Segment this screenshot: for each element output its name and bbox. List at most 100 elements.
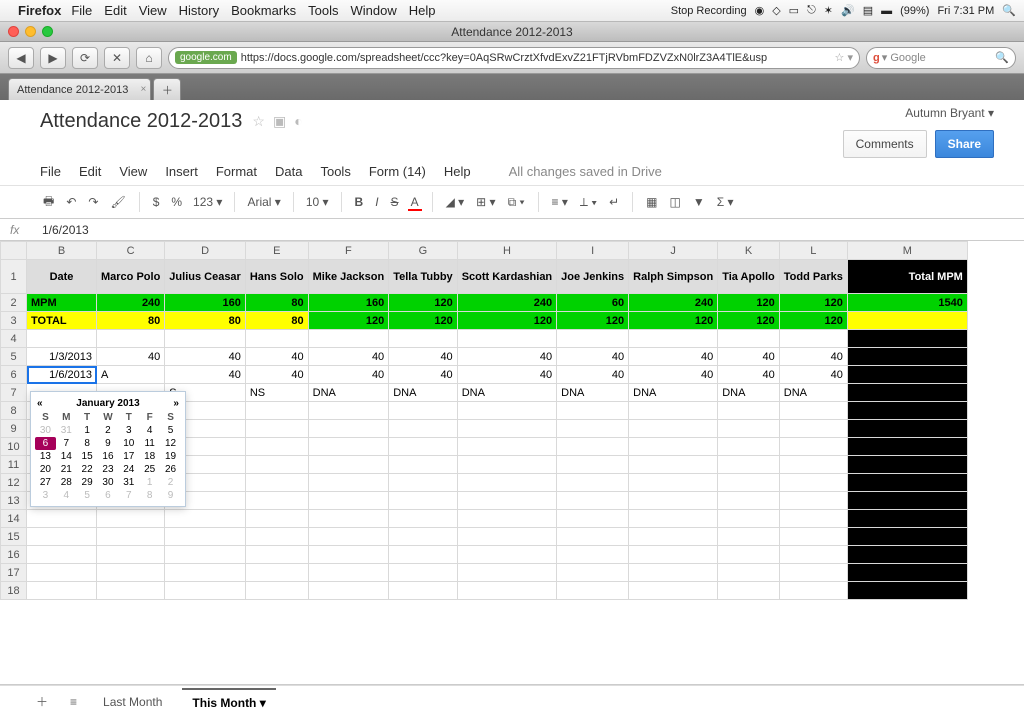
dp-day[interactable]: 16 (98, 450, 119, 463)
dp-day[interactable]: 7 (56, 437, 77, 450)
dp-day[interactable]: 24 (118, 463, 139, 476)
cell[interactable] (457, 330, 556, 348)
dp-day[interactable]: 4 (56, 489, 77, 502)
star-icon[interactable]: ☆ (252, 113, 265, 130)
mac-menu-help[interactable]: Help (409, 3, 436, 18)
cell[interactable] (245, 456, 308, 474)
cell[interactable] (308, 420, 389, 438)
wifi-icon[interactable]: ✶ (824, 4, 833, 17)
cell[interactable]: 40 (245, 366, 308, 384)
dp-day[interactable]: 3 (118, 424, 139, 437)
header-cell[interactable]: Scott Kardashian (457, 260, 556, 294)
cell[interactable] (718, 492, 780, 510)
cell[interactable] (245, 510, 308, 528)
cell[interactable] (308, 438, 389, 456)
dp-day[interactable]: 14 (56, 450, 77, 463)
cell[interactable] (457, 564, 556, 582)
dp-day[interactable]: 30 (98, 476, 119, 489)
number-format-menu[interactable]: 123 ▾ (191, 193, 224, 211)
cell[interactable]: 120 (779, 312, 847, 330)
docs-menu-item[interactable]: Edit (79, 164, 101, 179)
cell[interactable]: 40 (308, 348, 389, 366)
percent-button[interactable]: % (168, 193, 185, 211)
stop-recording[interactable]: Stop Recording (671, 5, 747, 17)
col-header[interactable]: C (97, 242, 165, 260)
cell[interactable] (718, 564, 780, 582)
row-header[interactable]: 5 (1, 348, 27, 366)
user-menu[interactable]: Autumn Bryant ▾ (843, 106, 994, 120)
doc-title[interactable]: Attendance 2012-2013 (40, 110, 242, 133)
cell[interactable]: 40 (457, 366, 556, 384)
borders-button[interactable]: ⊞ ▾ (473, 193, 498, 211)
cell[interactable] (389, 402, 458, 420)
url-bar[interactable]: google.com https://docs.google.com/sprea… (168, 47, 860, 69)
italic-button[interactable]: I (372, 193, 381, 211)
clock[interactable]: Fri 7:31 PM (937, 5, 994, 17)
cell[interactable] (847, 456, 967, 474)
add-sheet-button[interactable]: ＋ (30, 691, 54, 712)
font-select[interactable]: Arial ▾ (245, 193, 282, 211)
cell[interactable] (557, 438, 629, 456)
cell[interactable] (629, 510, 718, 528)
cell[interactable] (629, 456, 718, 474)
dp-day[interactable]: 8 (77, 437, 98, 450)
cell[interactable] (308, 510, 389, 528)
dp-day[interactable]: 2 (98, 424, 119, 437)
docs-menu-item[interactable]: View (119, 164, 147, 179)
cell[interactable] (389, 528, 458, 546)
cell[interactable] (165, 564, 246, 582)
cell[interactable] (557, 474, 629, 492)
row-header[interactable]: 8 (1, 402, 27, 420)
cell[interactable] (779, 420, 847, 438)
dp-day[interactable]: 29 (77, 476, 98, 489)
search-bar[interactable]: g▾ Google 🔍 (866, 47, 1016, 69)
cell[interactable] (389, 420, 458, 438)
cell[interactable] (27, 330, 97, 348)
volume-icon[interactable]: 🔊 (841, 4, 855, 17)
cell[interactable] (97, 330, 165, 348)
header-cell[interactable]: Tella Tubby (389, 260, 458, 294)
header-cell[interactable]: Ralph Simpson (629, 260, 718, 294)
battery-icon[interactable]: ▬ (881, 5, 892, 17)
back-button[interactable]: ◀ (8, 47, 34, 69)
mac-menu-edit[interactable]: Edit (104, 3, 126, 18)
cell[interactable] (718, 402, 780, 420)
cell[interactable] (165, 582, 246, 600)
cell[interactable] (718, 438, 780, 456)
cell[interactable]: 160 (165, 294, 246, 312)
cell[interactable]: 80 (245, 294, 308, 312)
text-color-button[interactable]: A (408, 193, 422, 211)
cell[interactable] (97, 582, 165, 600)
cell[interactable] (27, 528, 97, 546)
col-header[interactable]: J (629, 242, 718, 260)
cell[interactable] (165, 546, 246, 564)
row-header[interactable]: 17 (1, 564, 27, 582)
cell[interactable] (389, 456, 458, 474)
cell[interactable] (245, 582, 308, 600)
row-header[interactable]: 12 (1, 474, 27, 492)
cell[interactable]: 40 (97, 348, 165, 366)
cell[interactable]: DNA (389, 384, 458, 402)
tab-close-icon[interactable]: × (140, 84, 146, 95)
mac-menu-tools[interactable]: Tools (308, 3, 338, 18)
cell[interactable] (557, 510, 629, 528)
cell[interactable] (779, 564, 847, 582)
sync-icon[interactable]: ◉ (755, 4, 765, 17)
window-minimize[interactable] (25, 26, 36, 37)
dp-day[interactable]: 15 (77, 450, 98, 463)
cell[interactable] (718, 330, 780, 348)
cell[interactable]: 120 (629, 312, 718, 330)
cell[interactable] (557, 546, 629, 564)
cell[interactable] (847, 330, 967, 348)
dp-day[interactable]: 7 (118, 489, 139, 502)
cell[interactable]: 40 (165, 348, 246, 366)
cell[interactable] (457, 420, 556, 438)
dp-day[interactable]: 12 (160, 437, 181, 450)
cell[interactable]: 80 (97, 312, 165, 330)
row-header[interactable]: 7 (1, 384, 27, 402)
dp-day[interactable]: 4 (139, 424, 160, 437)
cell[interactable]: 120 (389, 294, 458, 312)
cell[interactable] (847, 582, 967, 600)
cell[interactable] (457, 402, 556, 420)
header-cell[interactable]: Tia Apollo (718, 260, 780, 294)
